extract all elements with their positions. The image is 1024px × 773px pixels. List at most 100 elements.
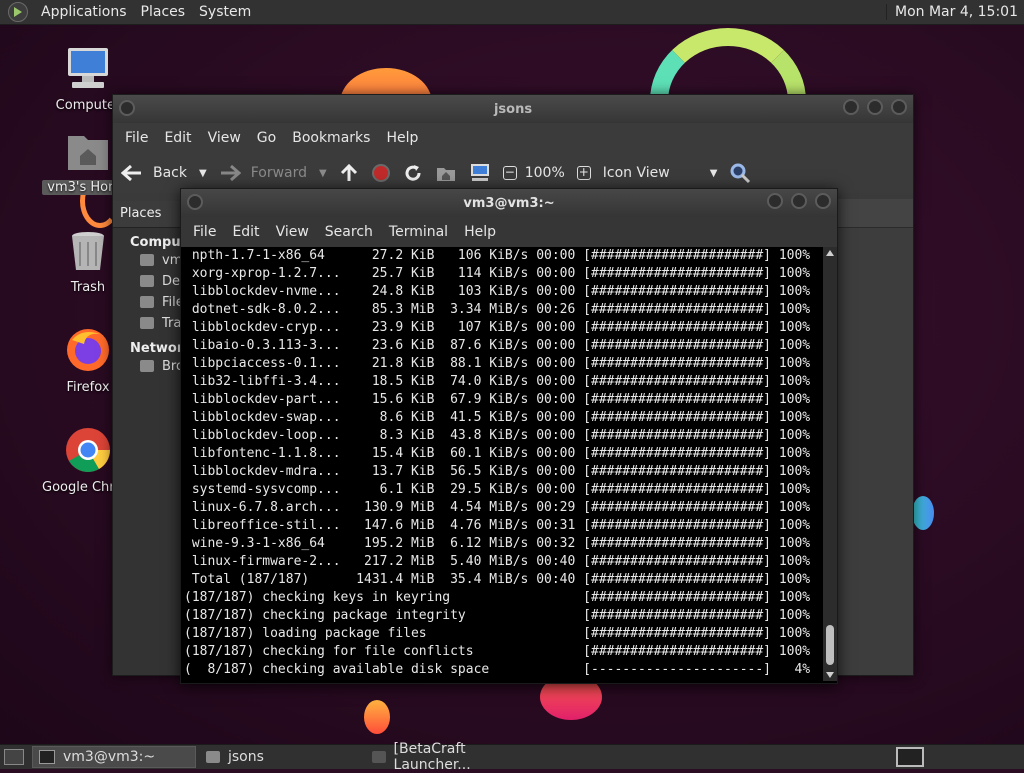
- menu-edit[interactable]: Edit: [156, 130, 199, 146]
- terminal-line: Total (187/187) 1431.4 MiB 35.4 MiB/s 00…: [184, 572, 811, 587]
- sidebar-header[interactable]: Places: [113, 201, 183, 228]
- terminal-window[interactable]: vm3@vm3:~ File Edit View Search Terminal…: [180, 188, 838, 684]
- window-menu-icon[interactable]: [187, 194, 203, 210]
- file-view-area[interactable]: [837, 199, 913, 675]
- terminal-line: libblockdev-loop... 8.3 KiB 43.8 KiB/s 0…: [184, 428, 811, 443]
- search-icon: [730, 163, 751, 184]
- sidebar-item-trash[interactable]: Trash: [113, 313, 183, 334]
- computer-icon: [470, 164, 489, 181]
- terminal-titlebar[interactable]: vm3@vm3:~: [181, 189, 837, 217]
- terminal-icon: [39, 750, 55, 764]
- terminal-output[interactable]: npth-1.7-1-x86_64 27.2 KiB 106 KiB/s 00:…: [181, 247, 823, 681]
- up-button[interactable]: [339, 163, 359, 183]
- menu-search[interactable]: Search: [317, 224, 381, 240]
- back-button[interactable]: Back ▼: [121, 164, 207, 182]
- sidebar-item-desktop[interactable]: Desktop: [113, 271, 183, 292]
- taskbar-item-betacraft[interactable]: [BetaCraft Launcher...: [366, 741, 548, 773]
- menu-help[interactable]: Help: [456, 224, 504, 240]
- menu-view[interactable]: View: [268, 224, 317, 240]
- taskbar-item-file-manager[interactable]: jsons: [200, 747, 362, 767]
- maximize-button[interactable]: [867, 99, 883, 115]
- minimize-button[interactable]: [767, 193, 783, 209]
- network-icon: [140, 360, 154, 372]
- menu-file[interactable]: File: [185, 224, 224, 240]
- chrome-icon: [66, 428, 110, 472]
- home-icon: [436, 168, 455, 181]
- back-label: Back: [153, 165, 187, 181]
- close-button[interactable]: [815, 193, 831, 209]
- places-sidebar: Places Computer vm3 Desktop File System …: [113, 201, 203, 675]
- taskbar-item-label: vm3@vm3:~: [63, 749, 156, 765]
- terminal-line: libblockdev-mdra... 13.7 KiB 56.5 KiB/s …: [184, 464, 811, 479]
- terminal-scrollbar[interactable]: [823, 247, 837, 681]
- mate-logo-icon[interactable]: [8, 2, 28, 22]
- terminal-menubar: File Edit View Search Terminal Help: [181, 217, 837, 247]
- stop-button[interactable]: [371, 163, 391, 183]
- home-button[interactable]: [435, 163, 457, 183]
- menu-file[interactable]: File: [117, 130, 156, 146]
- zoom-out-button[interactable]: − 100%: [502, 165, 565, 181]
- terminal-line: lib32-libffi-3.4... 18.5 KiB 74.0 KiB/s …: [184, 374, 811, 389]
- wallpaper-blob-decoration: [912, 496, 934, 530]
- sidebar-item-browse-network[interactable]: Browse Network: [113, 356, 183, 377]
- show-desktop-icon[interactable]: [4, 749, 24, 765]
- window-menu-icon[interactable]: [119, 100, 135, 116]
- chevron-down-icon[interactable]: ▼: [319, 168, 327, 179]
- terminal-line: libblockdev-nvme... 24.8 KiB 103 KiB/s 0…: [184, 284, 811, 299]
- computer-button[interactable]: [469, 163, 491, 183]
- window-title: jsons: [493, 101, 533, 117]
- wallpaper-blob-decoration: [364, 700, 390, 734]
- menu-edit[interactable]: Edit: [224, 224, 267, 240]
- trash-icon: [72, 232, 104, 270]
- search-button[interactable]: [729, 162, 751, 184]
- terminal-line: (187/187) checking for file conflicts [#…: [184, 644, 811, 659]
- menu-go[interactable]: Go: [249, 130, 284, 146]
- sidebar-item-home[interactable]: vm3: [113, 250, 183, 271]
- terminal-line: linux-6.7.8.arch... 130.9 MiB 4.54 MiB/s…: [184, 500, 811, 515]
- terminal-line: libpciaccess-0.1... 21.8 KiB 88.1 KiB/s …: [184, 356, 811, 371]
- view-mode-label: Icon View: [602, 165, 670, 181]
- reload-button[interactable]: [403, 163, 423, 183]
- zoom-in-icon: +: [576, 165, 591, 180]
- reload-icon: [405, 165, 421, 181]
- terminal-line: linux-firmware-2... 217.2 MiB 5.40 MiB/s…: [184, 554, 811, 569]
- home-icon: [140, 254, 154, 266]
- terminal-line: npth-1.7-1-x86_64 27.2 KiB 106 KiB/s 00:…: [184, 248, 811, 263]
- chevron-down-icon[interactable]: ▼: [199, 168, 207, 179]
- menu-bookmarks[interactable]: Bookmarks: [284, 130, 378, 146]
- clock[interactable]: Mon Mar 4, 15:01: [886, 4, 1024, 20]
- drive-icon: [140, 296, 154, 308]
- workspace-switcher[interactable]: [896, 747, 924, 767]
- sidebar-item-filesystem[interactable]: File System: [113, 292, 183, 313]
- path-bar[interactable]: [837, 199, 913, 228]
- terminal-line: libreoffice-stil... 147.6 MiB 4.76 MiB/s…: [184, 518, 811, 533]
- menu-places[interactable]: Places: [134, 4, 193, 20]
- menu-help[interactable]: Help: [378, 130, 426, 146]
- folder-icon: [206, 751, 220, 763]
- file-manager-menubar: File Edit View Go Bookmarks Help: [113, 123, 913, 153]
- terminal-line: (187/187) checking keys in keyring [####…: [184, 590, 811, 605]
- menu-terminal[interactable]: Terminal: [381, 224, 456, 240]
- zoom-in-button[interactable]: +: [576, 165, 591, 180]
- scroll-up-arrow-icon[interactable]: [826, 250, 834, 256]
- menu-applications[interactable]: Applications: [34, 4, 134, 20]
- terminal-line: libblockdev-part... 15.6 KiB 67.9 KiB/s …: [184, 392, 811, 407]
- scroll-down-arrow-icon[interactable]: [826, 672, 834, 678]
- forward-button[interactable]: Forward ▼: [219, 164, 327, 182]
- terminal-line: wine-9.3-1-x86_64 195.2 MiB 6.12 MiB/s 0…: [184, 536, 811, 551]
- terminal-line: libfontenc-1.1.8... 15.4 KiB 60.1 KiB/s …: [184, 446, 811, 461]
- file-manager-toolbar: Back ▼ Forward ▼ − 100% + Icon View ▼: [113, 153, 913, 193]
- close-button[interactable]: [891, 99, 907, 115]
- chevron-down-icon: ▼: [709, 167, 718, 179]
- view-mode-select[interactable]: Icon View ▼: [603, 165, 718, 181]
- file-manager-titlebar[interactable]: jsons: [113, 95, 913, 123]
- menu-system[interactable]: System: [192, 4, 258, 20]
- menu-view[interactable]: View: [200, 130, 249, 146]
- scrollbar-thumb[interactable]: [826, 625, 834, 665]
- sidebar-group-computer: Computer: [130, 235, 203, 250]
- minimize-button[interactable]: [843, 99, 859, 115]
- taskbar-item-terminal[interactable]: vm3@vm3:~: [32, 746, 196, 768]
- maximize-button[interactable]: [791, 193, 807, 209]
- trash-icon: [140, 317, 154, 329]
- firefox-icon: [67, 329, 109, 371]
